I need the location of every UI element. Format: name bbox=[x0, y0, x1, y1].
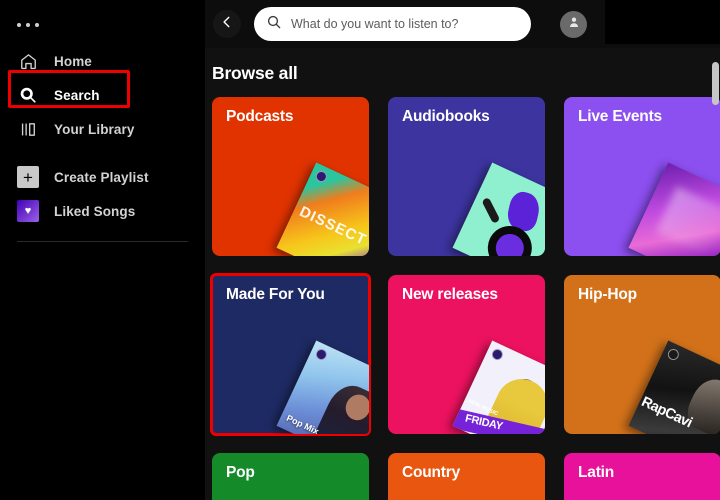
sidebar-more-options[interactable] bbox=[0, 12, 205, 38]
back-button[interactable] bbox=[213, 10, 241, 38]
chevron-left-icon bbox=[220, 15, 234, 34]
sidebar: Home Search Your Library + Create Playli… bbox=[0, 0, 205, 500]
browse-card-country[interactable]: Country bbox=[388, 453, 545, 500]
account-avatar-button[interactable] bbox=[560, 10, 587, 38]
sidebar-item-search-label: Search bbox=[54, 87, 100, 103]
browse-card-title: Country bbox=[402, 464, 461, 481]
scrollbar-thumb[interactable] bbox=[712, 62, 719, 105]
topbar-right-filler bbox=[605, 0, 720, 44]
user-avatar-icon bbox=[567, 15, 581, 34]
sidebar-item-home[interactable]: Home bbox=[0, 44, 205, 78]
album-art-pop-mix: Pop Mix bbox=[276, 340, 369, 434]
album-art-audiobook bbox=[452, 162, 545, 256]
album-art-live-events bbox=[628, 162, 720, 256]
browse-card-live-events[interactable]: Live Events bbox=[564, 97, 720, 256]
sidebar-item-create-playlist[interactable]: + Create Playlist bbox=[0, 160, 205, 194]
sidebar-item-your-library[interactable]: Your Library bbox=[0, 112, 205, 146]
browse-card-title: Podcasts bbox=[226, 108, 294, 125]
browse-card-title: Audiobooks bbox=[402, 108, 490, 125]
browse-card-podcasts[interactable]: Podcasts DISSECT bbox=[212, 97, 369, 256]
browse-card-made-for-you[interactable]: Made For You Pop Mix bbox=[210, 273, 371, 436]
sidebar-item-your-library-label: Your Library bbox=[54, 121, 135, 137]
sidebar-item-liked-songs-label: Liked Songs bbox=[54, 203, 136, 219]
browse-card-new-releases[interactable]: New releases NEW MUSIC FRIDAY bbox=[388, 275, 545, 434]
browse-card-hip-hop[interactable]: Hip-Hop RapCavi Baby bbox=[564, 275, 720, 434]
search-icon bbox=[266, 14, 282, 35]
heart-glyph: ♥ bbox=[24, 204, 32, 217]
browse-card-title: Made For You bbox=[226, 286, 325, 303]
heart-icon: ♥ bbox=[17, 200, 39, 222]
home-icon bbox=[17, 50, 39, 72]
art-badge-icon bbox=[490, 347, 505, 362]
art-badge-icon bbox=[666, 347, 681, 362]
album-art-new-music-friday: NEW MUSIC FRIDAY bbox=[452, 340, 545, 434]
browse-card-title: Latin bbox=[578, 464, 615, 481]
sidebar-item-search[interactable]: Search bbox=[0, 78, 205, 112]
album-art-rapcaviar: RapCavi Baby bbox=[628, 340, 720, 434]
album-art-label: Pop Mix bbox=[285, 412, 321, 434]
art-badge-icon bbox=[314, 347, 329, 362]
sidebar-item-liked-songs[interactable]: ♥ Liked Songs bbox=[0, 194, 205, 228]
sidebar-nav: Home Search Your Library + Create Playli… bbox=[0, 44, 205, 242]
sidebar-divider bbox=[17, 241, 188, 242]
browse-card-audiobooks[interactable]: Audiobooks bbox=[388, 97, 545, 256]
plus-icon: + bbox=[17, 166, 39, 188]
browse-card-title: Hip-Hop bbox=[578, 286, 637, 303]
search-icon bbox=[17, 84, 39, 106]
browse-card-latin[interactable]: Latin bbox=[564, 453, 720, 500]
album-art-label: RapCavi bbox=[638, 393, 695, 432]
browse-grid: Podcasts DISSECT Audiobooks Live Events bbox=[205, 97, 720, 500]
main-content: Browse all Podcasts DISSECT Audiobooks bbox=[205, 0, 720, 500]
browse-card-pop[interactable]: Pop bbox=[212, 453, 369, 500]
art-shape bbox=[481, 197, 501, 224]
browse-card-title: New releases bbox=[402, 286, 498, 303]
art-shape bbox=[655, 186, 720, 256]
browse-card-title: Pop bbox=[226, 464, 255, 481]
album-art-dissect: DISSECT bbox=[276, 162, 369, 256]
search-input[interactable] bbox=[291, 17, 519, 31]
library-icon bbox=[17, 118, 39, 140]
sidebar-item-home-label: Home bbox=[54, 53, 92, 69]
sidebar-item-create-playlist-label: Create Playlist bbox=[54, 169, 149, 185]
art-badge-icon bbox=[314, 169, 329, 184]
more-options-icon bbox=[17, 23, 39, 27]
spotify-window: Home Search Your Library + Create Playli… bbox=[0, 0, 720, 500]
page-title: Browse all bbox=[212, 63, 298, 83]
album-art-text: DISSECT bbox=[296, 203, 369, 249]
browse-card-title: Live Events bbox=[578, 108, 662, 125]
search-input-wrapper[interactable] bbox=[254, 7, 531, 41]
plus-glyph: + bbox=[23, 167, 33, 187]
